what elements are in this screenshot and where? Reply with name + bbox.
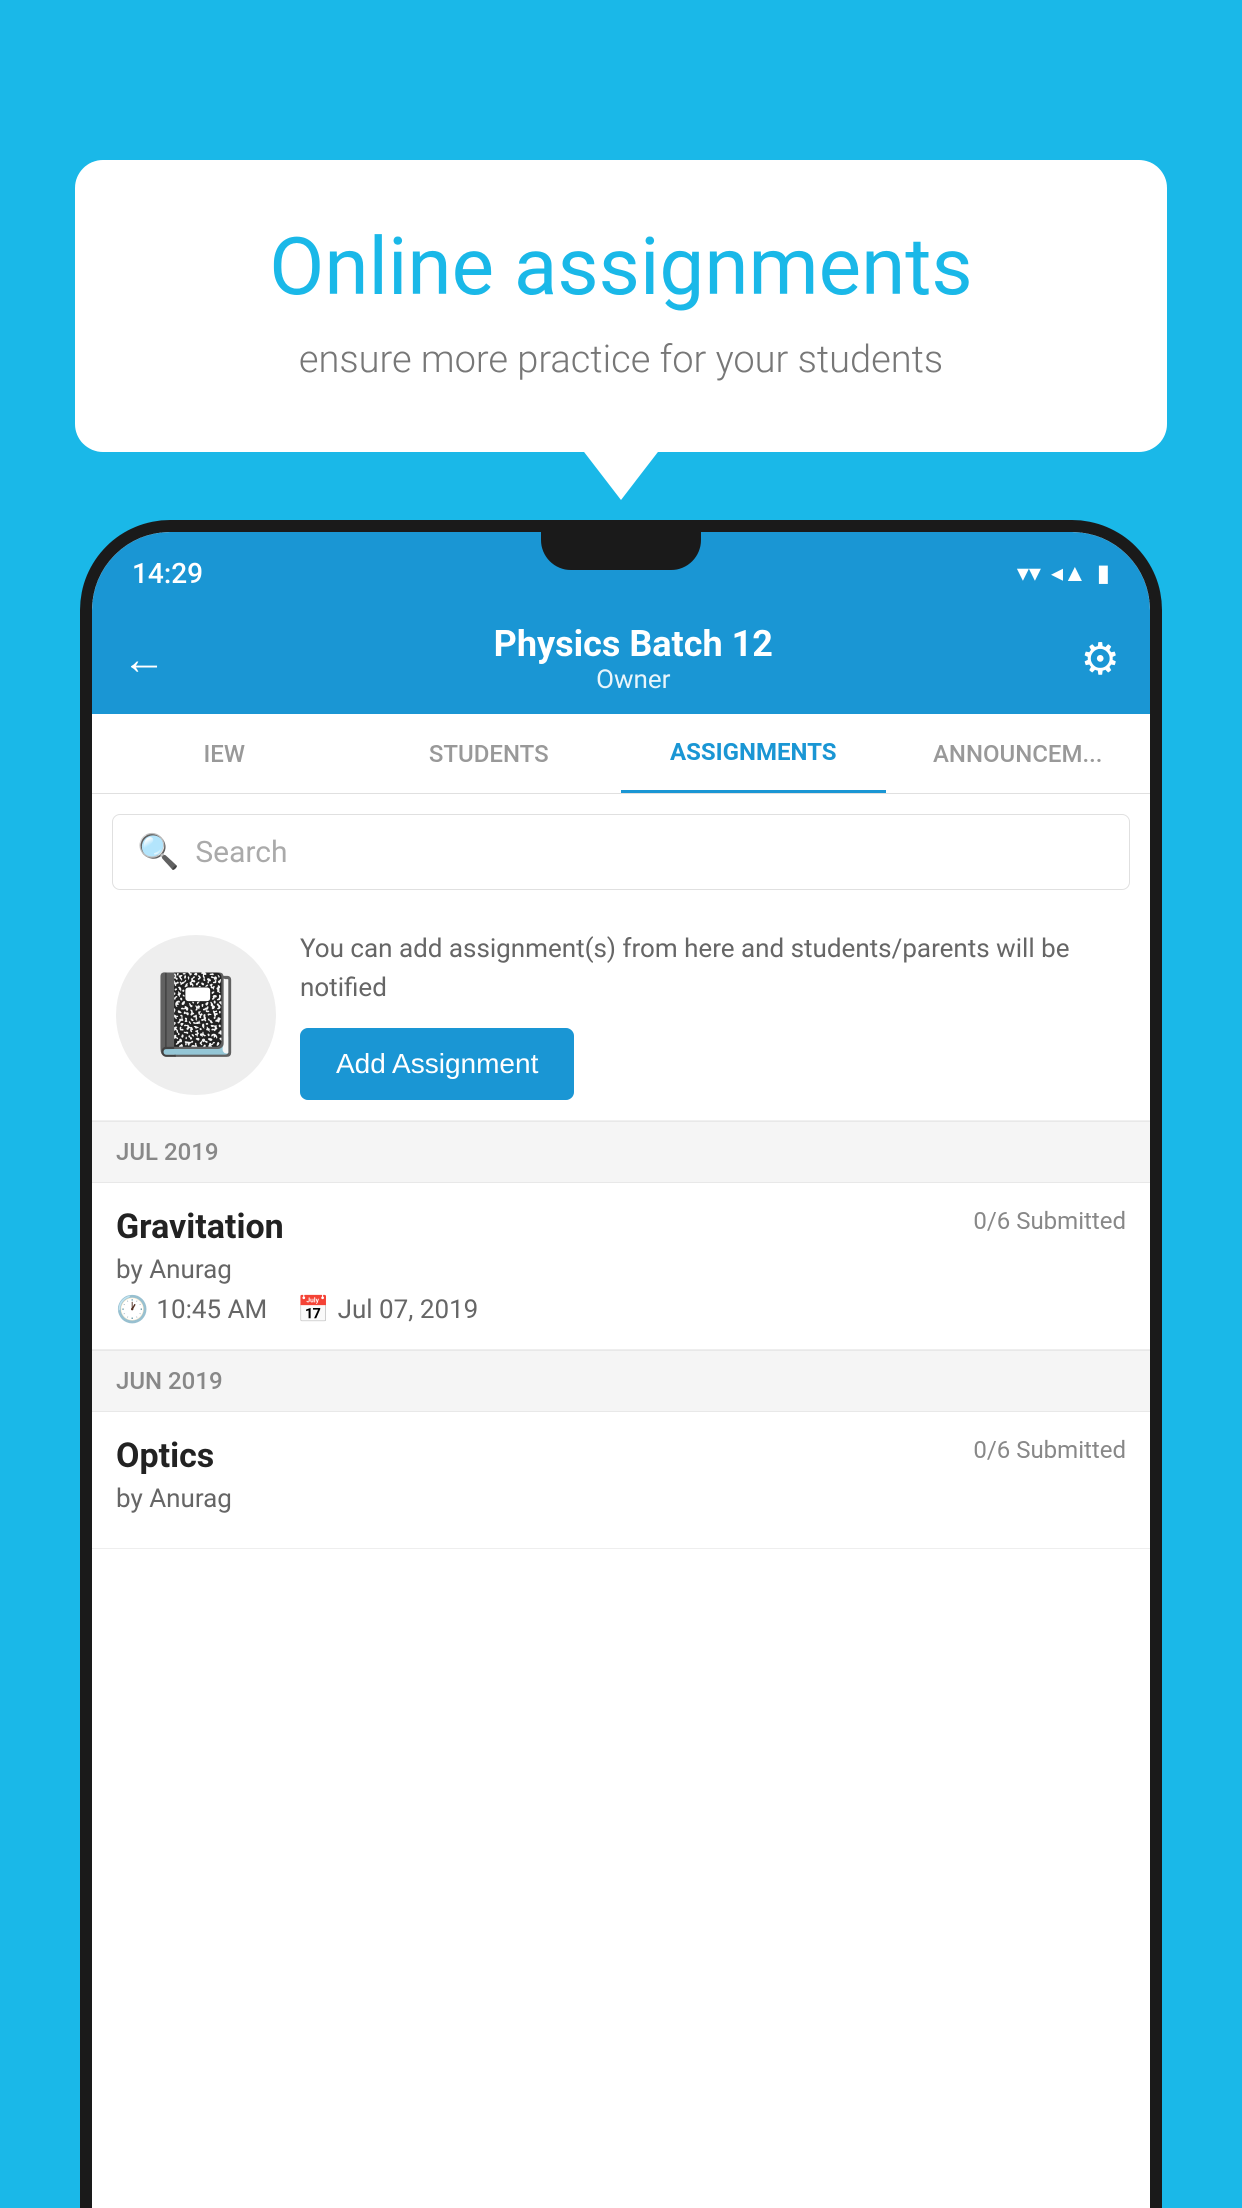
assignment-by-optics: by Anurag	[116, 1484, 1126, 1514]
search-placeholder: Search	[195, 835, 287, 870]
clock-icon: 🕐	[116, 1295, 148, 1325]
header-center: Physics Batch 12 Owner	[186, 623, 1081, 695]
search-bar[interactable]: 🔍 Search	[112, 814, 1130, 890]
phone-notch	[541, 532, 701, 570]
assignment-date-value: Jul 07, 2019	[338, 1295, 479, 1325]
speech-bubble: Online assignments ensure more practice …	[75, 160, 1167, 452]
speech-bubble-container: Online assignments ensure more practice …	[75, 160, 1167, 452]
notebook-icon: 📓	[146, 968, 246, 1062]
app-header: ← Physics Batch 12 Owner ⚙	[92, 604, 1150, 714]
wifi-icon: ▾▾	[1017, 559, 1041, 587]
assignment-header-optics: Optics 0/6 Submitted	[116, 1436, 1126, 1476]
tab-assignments[interactable]: ASSIGNMENTS	[621, 714, 886, 793]
assignment-by-gravitation: by Anurag	[116, 1255, 1126, 1285]
assignment-meta-gravitation: 🕐 10:45 AM 📅 Jul 07, 2019	[116, 1295, 1126, 1325]
assignment-date-gravitation: 📅 Jul 07, 2019	[297, 1295, 478, 1325]
phone-inner: 14:29 ▾▾ ◂▲ ▮ ← Physics Batch 12 Owner ⚙…	[92, 532, 1150, 2208]
tab-announcements[interactable]: ANNOUNCEM...	[886, 714, 1151, 793]
tabs-bar: IEW STUDENTS ASSIGNMENTS ANNOUNCEM...	[92, 714, 1150, 794]
assignment-header: Gravitation 0/6 Submitted	[116, 1207, 1126, 1247]
month-separator-jun: JUN 2019	[92, 1350, 1150, 1412]
tab-students[interactable]: STUDENTS	[357, 714, 622, 793]
status-icons: ▾▾ ◂▲ ▮	[1017, 559, 1110, 588]
assignment-item-optics[interactable]: Optics 0/6 Submitted by Anurag	[92, 1412, 1150, 1549]
assignment-submitted-gravitation: 0/6 Submitted	[973, 1207, 1126, 1235]
assignment-item-gravitation[interactable]: Gravitation 0/6 Submitted by Anurag 🕐 10…	[92, 1183, 1150, 1350]
status-time: 14:29	[132, 557, 203, 590]
promo-section: 📓 You can add assignment(s) from here an…	[92, 910, 1150, 1121]
speech-bubble-title: Online assignments	[145, 220, 1097, 314]
assignment-name-optics: Optics	[116, 1436, 214, 1476]
speech-bubble-subtitle: ensure more practice for your students	[145, 338, 1097, 382]
search-icon: 🔍	[137, 832, 179, 872]
back-button[interactable]: ←	[122, 633, 166, 685]
tab-iew[interactable]: IEW	[92, 714, 357, 793]
content-area: 🔍 Search 📓 You can add assignment(s) fro…	[92, 794, 1150, 2208]
promo-icon-circle: 📓	[116, 935, 276, 1095]
assignment-time-gravitation: 🕐 10:45 AM	[116, 1295, 267, 1325]
assignment-name-gravitation: Gravitation	[116, 1207, 284, 1247]
phone-screen: 14:29 ▾▾ ◂▲ ▮ ← Physics Batch 12 Owner ⚙…	[92, 532, 1150, 2208]
battery-icon: ▮	[1097, 559, 1110, 587]
signal-icon: ◂▲	[1051, 559, 1087, 588]
header-subtitle: Owner	[186, 665, 1081, 695]
calendar-icon: 📅	[297, 1295, 329, 1325]
assignment-submitted-optics: 0/6 Submitted	[973, 1436, 1126, 1464]
header-title: Physics Batch 12	[186, 623, 1081, 665]
assignment-time-value: 10:45 AM	[156, 1295, 267, 1325]
promo-description: You can add assignment(s) from here and …	[300, 930, 1126, 1008]
promo-text-area: You can add assignment(s) from here and …	[300, 930, 1126, 1100]
settings-icon[interactable]: ⚙	[1081, 633, 1120, 685]
phone-frame: 14:29 ▾▾ ◂▲ ▮ ← Physics Batch 12 Owner ⚙…	[80, 520, 1162, 2208]
month-separator-jul: JUL 2019	[92, 1121, 1150, 1183]
add-assignment-button[interactable]: Add Assignment	[300, 1028, 574, 1100]
